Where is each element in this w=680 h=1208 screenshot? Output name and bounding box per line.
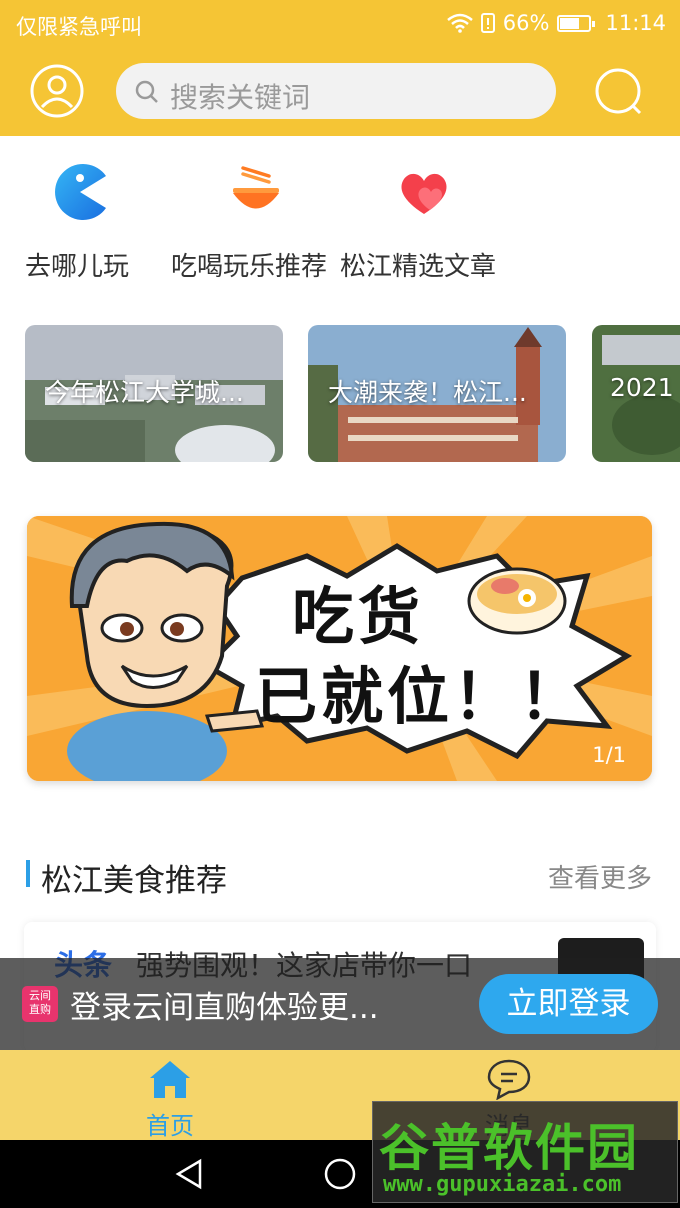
tab-home-label: 首页	[146, 1112, 194, 1140]
chat-bubble-icon	[595, 68, 642, 115]
banner-headline-2: 已就位！！	[255, 660, 586, 733]
search-input[interactable]: 搜索关键词	[116, 63, 556, 119]
watermark: 谷普软件园 www.gupuxiazai.com	[372, 1101, 678, 1203]
pacman-icon[interactable]	[50, 162, 110, 222]
nav-label-go-play[interactable]: 去哪儿玩	[25, 246, 129, 283]
view-more-link[interactable]: 查看更多	[548, 858, 652, 895]
section-title: 松江美食推荐	[41, 863, 227, 899]
login-prompt-text: 登录云间直购体验更...	[70, 990, 379, 1026]
battery-icon	[557, 14, 596, 32]
article-title: 今年松江大学城...	[45, 378, 244, 407]
article-title: 2021	[610, 373, 674, 402]
promo-banner[interactable]: 吃货 已就位！！ 1/1	[27, 516, 652, 781]
back-icon[interactable]	[172, 1157, 206, 1191]
heart-icon[interactable]	[394, 162, 454, 222]
nav-label-food-fun[interactable]: 吃喝玩乐推荐	[171, 246, 327, 283]
status-bar: 仅限紧急呼叫 66% 11:14	[0, 0, 680, 48]
login-prompt-bar: 云间 直购 登录云间直购体验更... 立即登录	[0, 958, 680, 1050]
user-avatar-button[interactable]	[29, 63, 85, 119]
wifi-icon	[446, 13, 473, 33]
sim-alert-icon	[480, 13, 495, 33]
banner-headline-1: 吃货	[292, 580, 425, 653]
home-circle-icon[interactable]	[323, 1157, 357, 1191]
article-card[interactable]: 今年松江大学城...	[25, 325, 283, 462]
message-icon	[487, 1059, 531, 1100]
section-accent-bar	[26, 860, 30, 887]
clock: 11:14	[605, 11, 666, 35]
logo-line-1: 云间	[29, 989, 51, 1002]
banner-page-counter: 1/1	[592, 743, 626, 767]
carrier-text: 仅限紧急呼叫	[16, 15, 142, 39]
noodle-bowl-icon[interactable]	[225, 162, 285, 222]
search-icon	[135, 80, 158, 103]
search-placeholder: 搜索关键词	[170, 81, 311, 114]
tab-home[interactable]: 首页	[110, 1050, 230, 1140]
article-card[interactable]: 2021	[592, 325, 680, 462]
status-right: 66% 11:14	[446, 11, 666, 35]
battery-percent: 66%	[502, 11, 550, 35]
watermark-title: 谷普软件园	[379, 1119, 639, 1177]
chat-button[interactable]	[594, 67, 644, 117]
logo-line-2: 直购	[29, 1003, 51, 1016]
home-icon	[150, 1061, 190, 1098]
yunjian-logo: 云间 直购	[22, 986, 58, 1022]
login-now-button[interactable]: 立即登录	[479, 974, 658, 1034]
user-icon	[30, 64, 84, 118]
article-title: 大潮来袭！松江...	[328, 378, 527, 407]
article-card[interactable]: 大潮来袭！松江...	[308, 325, 566, 462]
top-header: 仅限紧急呼叫 66% 11:14 搜索关键词	[0, 0, 680, 136]
watermark-url: www.gupuxiazai.com	[383, 1172, 622, 1197]
nav-label-featured-articles[interactable]: 松江精选文章	[340, 246, 496, 283]
